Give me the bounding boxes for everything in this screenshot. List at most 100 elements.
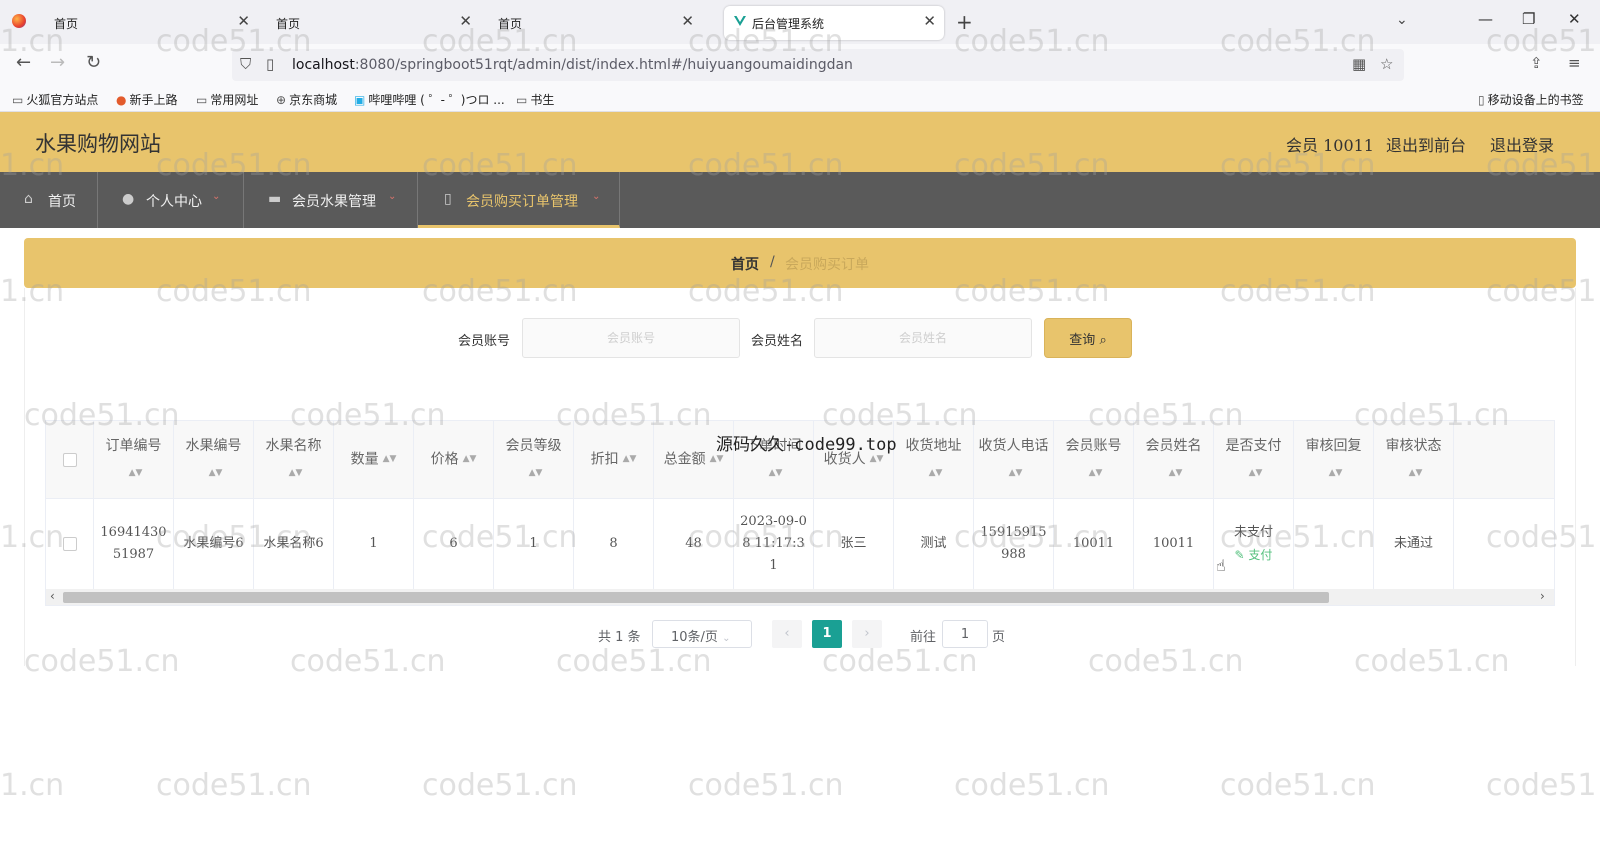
col-header[interactable]: 是否支付 ▲▼	[1214, 421, 1294, 499]
minimize-icon[interactable]: —	[1478, 10, 1493, 28]
briefcase-icon: ▬	[268, 191, 282, 207]
page-info-icon[interactable]: ▯	[266, 55, 274, 73]
menu-item-order-management[interactable]: ▯ 会员购买订单管理 ⌄	[418, 172, 620, 228]
scroll-left-icon[interactable]: ‹	[50, 589, 55, 603]
sort-icon[interactable]: ▲▼	[623, 446, 637, 473]
new-tab-button[interactable]: +	[956, 10, 973, 34]
prev-page-button[interactable]: ‹	[772, 620, 802, 648]
select-all-checkbox[interactable]	[62, 453, 77, 467]
browser-tab-admin[interactable]: 后台管理系统 ✕	[724, 6, 944, 40]
col-header[interactable]: 水果名称 ▲▼	[254, 421, 334, 499]
tab-close-icon[interactable]: ✕	[923, 12, 936, 30]
sort-icon[interactable]: ▲▼	[1169, 460, 1183, 487]
bookmark-item[interactable]: ▣ 哔哩哔哩 ( ゜- ゜)つロ ...	[354, 91, 505, 108]
bookmark-item[interactable]: ● 新手上路	[116, 91, 178, 108]
browser-tab-1[interactable]: 首页 ✕	[36, 6, 258, 40]
sort-icon[interactable]: ▲▼	[1249, 460, 1263, 487]
sort-icon[interactable]: ▲▼	[383, 446, 397, 473]
vue-logo-icon	[734, 16, 746, 26]
folder-icon: ▭	[12, 93, 24, 107]
col-header[interactable]: 数量 ▲▼	[334, 421, 414, 499]
goto-page-input[interactable]	[942, 620, 988, 648]
menu-item-home[interactable]: ⌂ 首页	[0, 172, 98, 228]
tab-close-icon[interactable]: ✕	[681, 12, 694, 30]
scroll-right-icon[interactable]: ›	[1540, 589, 1545, 603]
bookmark-item[interactable]: ▭ 火狐官方站点	[12, 91, 98, 108]
menu-item-personal-center[interactable]: ● 个人中心 ⌄	[98, 172, 244, 228]
col-header[interactable]: 折扣 ▲▼	[574, 421, 654, 499]
sort-icon[interactable]: ▲▼	[1009, 460, 1023, 487]
row-checkbox[interactable]	[62, 537, 77, 551]
tab-list-chevron-icon[interactable]: ⌄	[1396, 12, 1408, 28]
tab-close-icon[interactable]: ✕	[237, 12, 250, 30]
col-header-label: 审核回复	[1305, 437, 1362, 454]
sort-icon[interactable]: ▲▼	[529, 460, 543, 487]
col-header[interactable]: 审核状态 ▲▼	[1374, 421, 1454, 499]
url-bar[interactable]: ⛉ ▯ localhost:8080/springboot51rqt/admin…	[232, 49, 1404, 81]
browser-tab-2[interactable]: 首页 ✕	[258, 6, 480, 40]
sort-icon[interactable]: ▲▼	[209, 460, 223, 487]
exit-to-front-link[interactable]: 退出到前台	[1386, 132, 1466, 156]
watermark: code51.cn	[688, 768, 844, 803]
browser-tab-3[interactable]: 首页 ✕	[480, 6, 702, 40]
breadcrumb-separator: /	[770, 254, 775, 270]
col-header-label: 水果编号	[185, 437, 242, 454]
window-close-icon[interactable]: ✕	[1568, 10, 1581, 28]
sort-icon[interactable]: ▲▼	[1329, 460, 1343, 487]
reload-icon[interactable]: ↻	[86, 52, 101, 73]
globe-icon: ⊕	[276, 93, 287, 107]
col-header[interactable]: 收货人电话 ▲▼	[974, 421, 1054, 499]
next-page-button[interactable]: ›	[852, 620, 882, 648]
bookmark-item[interactable]: ▭ 常用网址	[196, 91, 258, 108]
main-menu: ⌂ 首页 ● 个人中心 ⌄ ▬ 会员水果管理 ⌄ ▯ 会员购买订单管理 ⌄	[0, 172, 1600, 228]
select-all-cell	[46, 421, 94, 499]
sort-icon[interactable]: ▲▼	[1089, 460, 1103, 487]
back-arrow-icon[interactable]: ←	[16, 52, 31, 73]
pay-link[interactable]: ✎ 支付	[1235, 544, 1273, 566]
col-header[interactable]: 收货地址 ▲▼	[894, 421, 974, 499]
col-header[interactable]: 会员等级 ▲▼	[494, 421, 574, 499]
folder-icon: ▭	[516, 93, 528, 107]
query-button[interactable]: 查询 ⌕	[1044, 318, 1132, 358]
firefox-icon	[12, 14, 26, 28]
tab-close-icon[interactable]: ✕	[459, 12, 472, 30]
sort-icon[interactable]: ▲▼	[463, 446, 477, 473]
page-number-current[interactable]: 1	[812, 620, 842, 648]
overlay-watermark-text: 源码久久-code99.top	[716, 435, 897, 455]
col-header[interactable]: 水果编号 ▲▼	[174, 421, 254, 499]
shield-icon[interactable]: ⛉	[240, 55, 251, 73]
col-header[interactable]: 会员账号 ▲▼	[1054, 421, 1134, 499]
sort-icon[interactable]: ▲▼	[129, 460, 143, 487]
col-header[interactable]: 会员姓名 ▲▼	[1134, 421, 1214, 499]
url-text[interactable]: localhost:8080/springboot51rqt/admin/dis…	[292, 57, 853, 73]
col-header[interactable]: 订单编号 ▲▼	[94, 421, 174, 499]
qr-code-icon[interactable]: ▦	[1352, 55, 1366, 73]
page-size-select[interactable]: 10条/页 ⌄	[652, 620, 752, 648]
bookmark-star-icon[interactable]: ☆	[1380, 55, 1393, 73]
extensions-icon[interactable]: ⇪	[1530, 54, 1543, 72]
mobile-bookmarks[interactable]: ▯ 移动设备上的书签	[1478, 91, 1584, 108]
breadcrumb-home[interactable]: 首页	[731, 254, 759, 274]
sort-icon[interactable]: ▲▼	[289, 460, 303, 487]
col-header-label: 是否支付	[1225, 437, 1282, 454]
menu-item-fruit-management[interactable]: ▬ 会员水果管理 ⌄	[244, 172, 418, 228]
app-menu-icon[interactable]: ≡	[1568, 54, 1581, 72]
forward-arrow-icon[interactable]: →	[50, 52, 65, 73]
payment-status: 未支付	[1233, 525, 1273, 540]
name-input[interactable]	[814, 318, 1032, 358]
sort-icon[interactable]: ▲▼	[929, 460, 943, 487]
bookmark-item[interactable]: ⊕ 京东商城	[276, 91, 337, 108]
menu-label: 会员购买订单管理	[466, 194, 578, 210]
col-header[interactable]: 价格 ▲▼	[414, 421, 494, 499]
logout-link[interactable]: 退出登录	[1490, 132, 1554, 156]
sort-icon[interactable]: ▲▼	[769, 460, 783, 487]
cell-member-name: 10011	[1134, 499, 1214, 589]
scroll-thumb[interactable]	[63, 592, 1329, 603]
col-header[interactable]: 审核回复 ▲▼	[1294, 421, 1374, 499]
restore-icon[interactable]: ❐	[1522, 10, 1535, 28]
bookmark-item[interactable]: ▭ 书生	[516, 91, 554, 108]
menu-label: 个人中心	[146, 194, 202, 210]
account-input[interactable]	[522, 318, 740, 358]
horizontal-scrollbar[interactable]: ‹ ›	[46, 589, 1554, 605]
sort-icon[interactable]: ▲▼	[1409, 460, 1423, 487]
